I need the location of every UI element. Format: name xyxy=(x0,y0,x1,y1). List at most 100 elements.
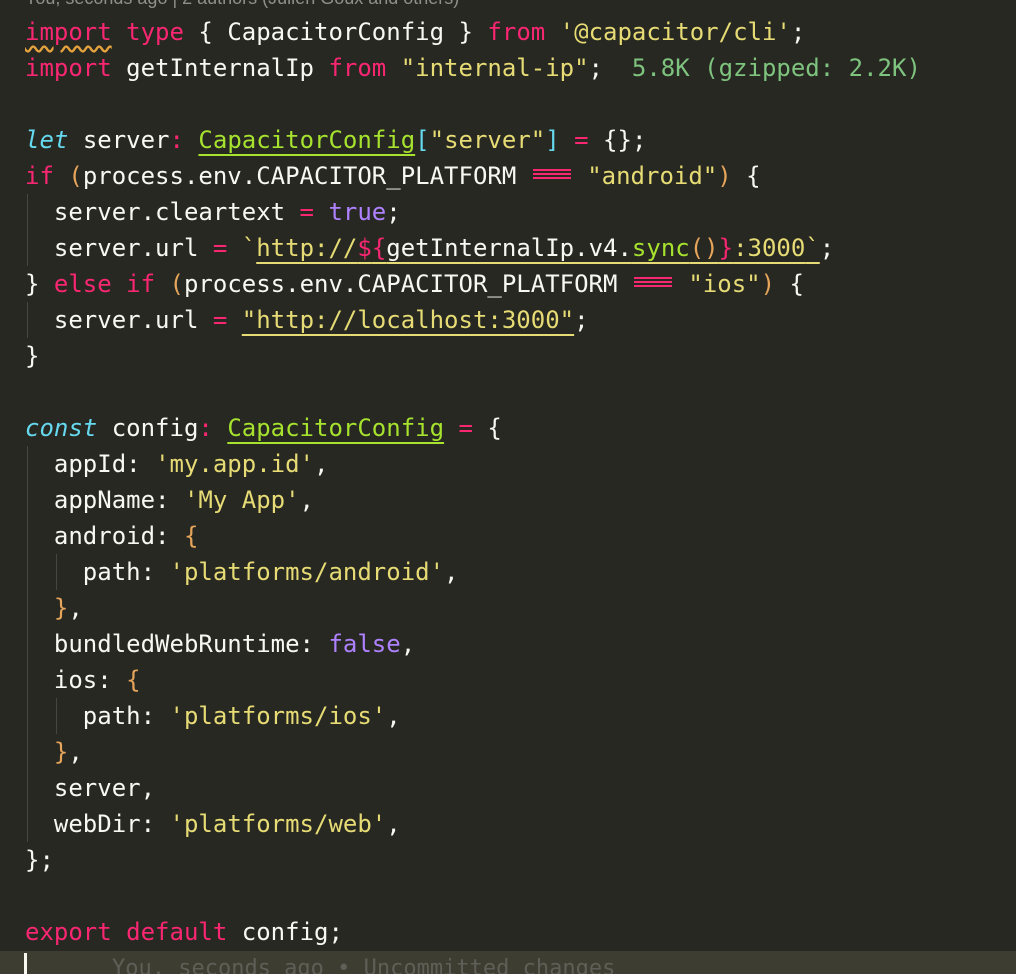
code-line-16[interactable]: path: 'platforms/android', xyxy=(25,554,459,590)
kw-const: const xyxy=(25,414,98,442)
string-literal: "android" xyxy=(587,162,718,190)
property-key: android: xyxy=(53,522,170,550)
brace: { xyxy=(126,666,141,694)
code-editor[interactable]: You, seconds ago | 2 authors (Julien Gou… xyxy=(0,0,1016,974)
strict-equals-ligature xyxy=(632,275,674,289)
property-key: bundledWebRuntime: xyxy=(53,630,314,658)
property-key: path: xyxy=(82,558,156,586)
kw-default: default xyxy=(126,918,228,946)
semicolon: ; xyxy=(588,54,603,82)
semicolon: ; xyxy=(631,126,647,154)
import-name: CapacitorConfig xyxy=(227,18,445,46)
code-line-14[interactable]: appName: 'My App', xyxy=(25,482,314,518)
comma: , xyxy=(386,810,401,838)
kw-type: type xyxy=(126,18,184,46)
code-line-1[interactable]: import type { CapacitorConfig } from '@c… xyxy=(25,14,805,50)
semicolon: ; xyxy=(574,306,589,334)
git-blame-codelens[interactable]: You, seconds ago | 2 authors (Julien Gou… xyxy=(25,0,459,8)
module-string: "internal-ip" xyxy=(400,54,589,82)
brace: } xyxy=(25,342,40,370)
bracket: [ xyxy=(415,126,430,154)
property-key: appId: xyxy=(53,450,141,478)
paren: ( xyxy=(169,270,184,298)
code-line-26[interactable]: export default config; xyxy=(25,914,343,950)
template-port: :3000 xyxy=(733,234,806,262)
assign-operator: = xyxy=(212,234,228,262)
comma: , xyxy=(314,450,329,478)
paren: ) xyxy=(717,162,732,190)
kw-if: if xyxy=(25,162,54,190)
code-line-19[interactable]: ios: { xyxy=(25,662,141,698)
comma: , xyxy=(386,702,401,730)
kw-from: from xyxy=(328,54,387,82)
template-dollar: $ xyxy=(357,234,372,262)
property-key: path: xyxy=(82,702,156,730)
brace: { xyxy=(183,522,199,550)
code-line-5[interactable]: if (process.env.CAPACITOR_PLATFORM "andr… xyxy=(25,158,761,194)
colon: : xyxy=(198,414,213,442)
semicolon: ; xyxy=(386,198,401,226)
object-literal: {} xyxy=(603,126,632,154)
code-line-20[interactable]: path: 'platforms/ios', xyxy=(25,698,401,734)
condition-expression: process.env.CAPACITOR_PLATFORM xyxy=(183,270,618,298)
shorthand-property: server, xyxy=(53,774,156,802)
code-line-10[interactable]: } xyxy=(25,338,39,374)
kw-if: if xyxy=(126,270,156,298)
type-annotation: CapacitorConfig xyxy=(198,126,416,154)
comma: , xyxy=(68,594,83,622)
bracket: ] xyxy=(545,126,560,154)
code-line-2[interactable]: import getInternalIp from "internal-ip";… xyxy=(25,50,921,86)
kw-let: let xyxy=(25,126,69,154)
call-parens: () xyxy=(689,234,719,262)
property-access: server.cleartext xyxy=(53,198,286,226)
paren: ) xyxy=(760,270,776,298)
inline-git-blame: You, seconds ago • Uncommitted changes xyxy=(112,956,616,974)
function-name: sync xyxy=(631,234,690,262)
brace: } xyxy=(53,738,69,766)
comma: , xyxy=(68,738,83,766)
boolean-literal: true xyxy=(328,198,387,226)
string-literal: "ios" xyxy=(688,270,761,298)
assign-operator: = xyxy=(299,198,314,226)
comma: , xyxy=(400,630,416,658)
backtick: ` xyxy=(241,234,257,262)
string-literal: 'platforms/android' xyxy=(169,558,445,586)
assign-operator: = xyxy=(574,126,589,154)
import-cost-label: 5.8K (gzipped: 2.2K) xyxy=(631,54,921,82)
code-line-13[interactable]: appId: 'my.app.id', xyxy=(25,446,329,482)
brace: } xyxy=(458,18,473,46)
template-string: http://${getInternalIp.v4.sync()}:3000` xyxy=(256,234,820,262)
kw-import: import xyxy=(25,18,112,46)
strict-equals-ligature xyxy=(531,167,573,181)
template-brace: { xyxy=(371,234,387,262)
variable-name: server xyxy=(82,126,170,154)
code-line-7[interactable]: server.url = `http://${getInternalIp.v4.… xyxy=(25,230,834,266)
kw-import: import xyxy=(25,54,112,82)
brace: } xyxy=(53,594,69,622)
template-brace: } xyxy=(718,234,734,262)
code-line-4[interactable]: let server: CapacitorConfig["server"] = … xyxy=(25,122,646,158)
string-literal: 'platforms/ios' xyxy=(169,702,387,730)
assign-operator: = xyxy=(458,414,473,442)
code-line-22[interactable]: server, xyxy=(25,770,155,806)
brace: } xyxy=(25,270,40,298)
code-line-9[interactable]: server.url = "http://localhost:3000"; xyxy=(25,302,589,338)
code-line-18[interactable]: bundledWebRuntime: false, xyxy=(25,626,415,662)
code-line-24[interactable]: }; xyxy=(25,842,54,878)
code-line-17[interactable]: }, xyxy=(25,590,83,626)
code-line-6[interactable]: server.cleartext = true; xyxy=(25,194,401,230)
property-key: webDir: xyxy=(53,810,156,838)
property-access: server.url xyxy=(53,234,199,262)
module-string: '@capacitor/cli' xyxy=(559,18,791,46)
code-line-12[interactable]: const config: CapacitorConfig = { xyxy=(25,410,502,446)
boolean-literal: false xyxy=(328,630,401,658)
brace: { xyxy=(789,270,804,298)
code-line-23[interactable]: webDir: 'platforms/web', xyxy=(25,806,401,842)
code-line-8[interactable]: } else if (process.env.CAPACITOR_PLATFOR… xyxy=(25,266,804,302)
string-literal: 'platforms/web' xyxy=(169,810,387,838)
import-name: getInternalIp xyxy=(126,54,314,82)
condition-expression: process.env.CAPACITOR_PLATFORM xyxy=(82,162,517,190)
code-line-15[interactable]: android: { xyxy=(25,518,199,554)
comma: , xyxy=(299,486,314,514)
code-line-21[interactable]: }, xyxy=(25,734,83,770)
